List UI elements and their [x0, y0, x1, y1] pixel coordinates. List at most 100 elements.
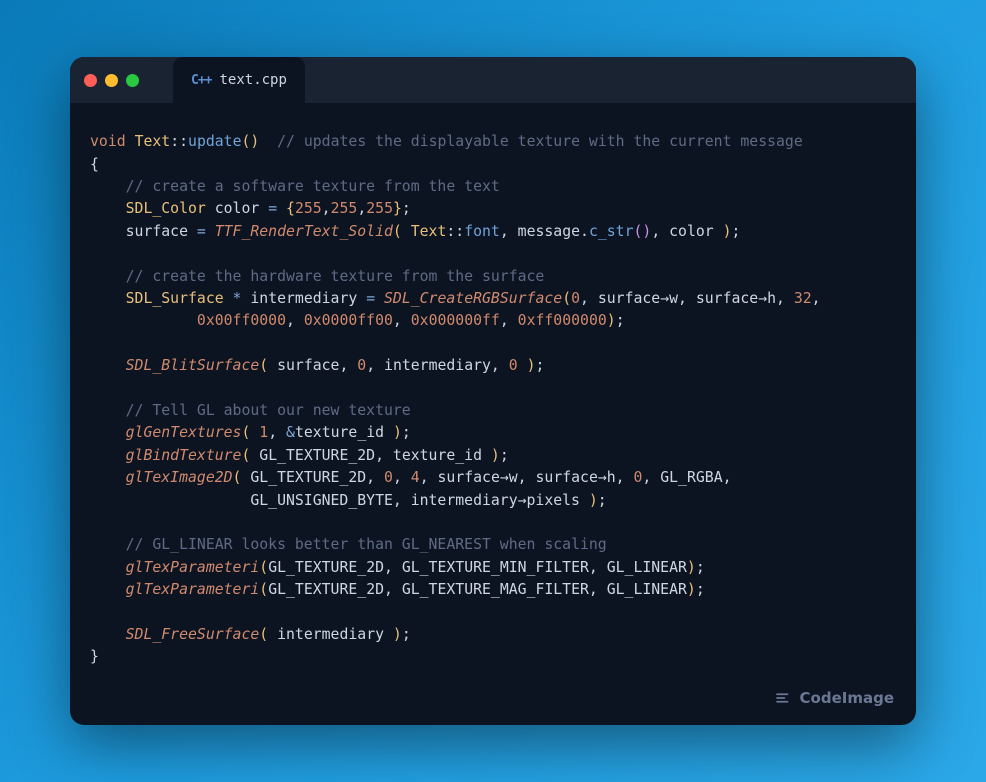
comma: ,: [500, 223, 518, 240]
code-window: C++ text.cpp void Text::update() // upda…: [70, 57, 916, 725]
close-icon[interactable]: [84, 74, 97, 87]
op: =: [366, 290, 375, 307]
paren: (: [259, 626, 268, 643]
comment: // create a software texture from the te…: [126, 178, 500, 195]
tab-filename: text.cpp: [219, 72, 286, 88]
number: 0: [384, 469, 393, 486]
text: GL_UNSIGNED_BYTE, intermediary→pixels: [90, 492, 589, 509]
semi: ;: [616, 312, 625, 329]
paren: ): [589, 492, 598, 509]
text: [518, 357, 527, 374]
paren: ): [491, 447, 500, 464]
brace: }: [90, 648, 99, 665]
comment: // GL_LINEAR looks better than GL_NEARES…: [126, 536, 607, 553]
comma: ,: [393, 312, 411, 329]
comma: ,: [393, 469, 411, 486]
semi: ;: [696, 559, 705, 576]
paren: (: [562, 290, 571, 307]
parens: (): [634, 223, 652, 240]
text: , color: [651, 223, 722, 240]
footer: CodeImage: [70, 683, 916, 725]
comma: ,: [812, 290, 821, 307]
brace: {: [90, 156, 99, 173]
semi: ;: [402, 424, 411, 441]
class-name: Text: [402, 223, 447, 240]
semi: ;: [696, 581, 705, 598]
paren: (: [259, 581, 268, 598]
method: c_str: [589, 223, 634, 240]
class-name: Text: [135, 133, 171, 150]
fn-call: glGenTextures: [126, 424, 242, 441]
comment: // updates the displayable texture with …: [277, 133, 803, 150]
keyword: void: [90, 133, 126, 150]
op: =: [268, 200, 277, 217]
number: 1: [259, 424, 268, 441]
sp: [250, 424, 259, 441]
type: SDL_Color: [126, 200, 206, 217]
comment: // create the hardware texture from the …: [126, 268, 545, 285]
comma: ,: [322, 200, 331, 217]
hex: 0x0000ff00: [304, 312, 393, 329]
op: &: [286, 424, 295, 441]
var: message: [518, 223, 580, 240]
number: 32: [794, 290, 812, 307]
hex: 0xff000000: [518, 312, 607, 329]
number: 4: [411, 469, 420, 486]
number: 255: [366, 200, 393, 217]
brace: }: [393, 200, 402, 217]
comma: ,: [500, 312, 518, 329]
brace: {: [277, 200, 295, 217]
text: surface: [90, 223, 197, 240]
cpp-icon: C++: [191, 73, 211, 88]
dot: .: [580, 223, 589, 240]
text: GL_TEXTURE_2D,: [241, 469, 384, 486]
minimize-icon[interactable]: [105, 74, 118, 87]
var: color: [206, 200, 268, 217]
var: texture_id: [295, 424, 393, 441]
titlebar: C++ text.cpp: [70, 57, 916, 103]
text: GL_TEXTURE_2D, GL_TEXTURE_MAG_FILTER, GL…: [268, 581, 687, 598]
paren: (: [259, 357, 268, 374]
number: 0: [509, 357, 518, 374]
text: , intermediary,: [366, 357, 509, 374]
paren: (: [393, 223, 402, 240]
comma: ,: [286, 312, 304, 329]
text: intermediary: [268, 626, 393, 643]
comma: ,: [268, 424, 286, 441]
paren: ): [527, 357, 536, 374]
hex: 0x000000ff: [411, 312, 500, 329]
fn-call: SDL_CreateRGBSurface: [375, 290, 562, 307]
fn-call: glTexParameteri: [126, 559, 260, 576]
maximize-icon[interactable]: [126, 74, 139, 87]
text: , surface→w, surface→h,: [420, 469, 634, 486]
semi: ;: [500, 447, 509, 464]
number: 255: [295, 200, 322, 217]
paren: ): [393, 626, 402, 643]
var: intermediary: [241, 290, 366, 307]
fn-call: SDL_BlitSurface: [126, 357, 260, 374]
text: surface,: [268, 357, 357, 374]
file-tab[interactable]: C++ text.cpp: [173, 57, 305, 103]
comment: // Tell GL about our new texture: [126, 402, 411, 419]
op: *: [224, 290, 242, 307]
op: =: [197, 223, 206, 240]
brand-label: CodeImage: [800, 689, 894, 707]
semi: ;: [536, 357, 545, 374]
member: font: [464, 223, 500, 240]
code-editor[interactable]: void Text::update() // updates the displ…: [70, 103, 916, 683]
paren: ): [607, 312, 616, 329]
type: SDL_Surface: [126, 290, 224, 307]
number: 0: [571, 290, 580, 307]
semi: ;: [402, 626, 411, 643]
text: , GL_RGBA,: [642, 469, 731, 486]
number: 0: [357, 357, 366, 374]
fn-call: SDL_FreeSurface: [126, 626, 260, 643]
scope-op: ::: [446, 223, 464, 240]
window-controls: [84, 74, 139, 87]
parens: (): [241, 133, 259, 150]
pad: [90, 312, 197, 329]
fn-call: glTexParameteri: [126, 581, 260, 598]
fn-call: glBindTexture: [126, 447, 242, 464]
text: GL_TEXTURE_2D, texture_id: [250, 447, 491, 464]
fn-call: TTF_RenderText_Solid: [206, 223, 393, 240]
